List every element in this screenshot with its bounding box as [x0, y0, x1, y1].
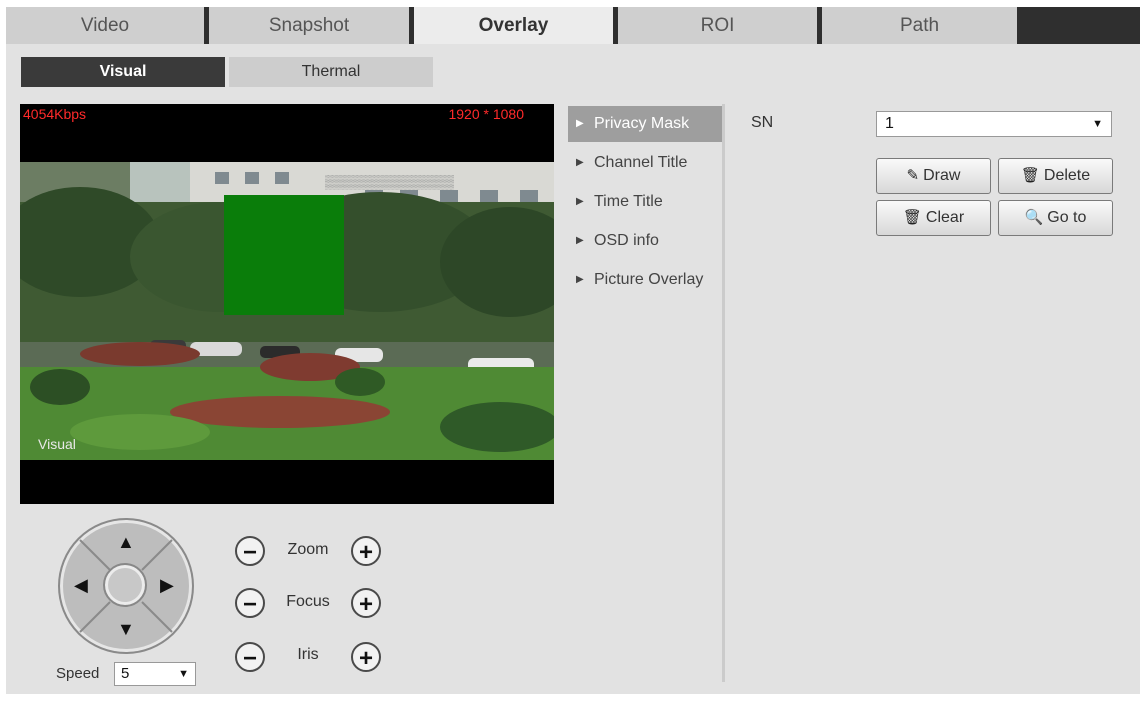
- goto-button[interactable]: 🔍 Go to: [998, 200, 1113, 236]
- draw-button[interactable]: ✎ Draw: [876, 158, 991, 194]
- focus-label: Focus: [286, 593, 330, 610]
- sn-label: SN: [751, 114, 774, 131]
- resolution-osd: 1920 * 1080: [448, 106, 524, 122]
- clear-button[interactable]: 🗑 Clear: [876, 200, 991, 236]
- menu-item-label: Picture Overlay: [594, 271, 704, 288]
- menu-item-label: OSD info: [594, 232, 659, 249]
- search-icon: 🔍: [1024, 209, 1044, 226]
- menu-divider: [722, 104, 725, 682]
- speed-select[interactable]: 5 ▼: [114, 662, 196, 686]
- ptz-up-icon[interactable]: ▲: [117, 533, 135, 551]
- tab-path[interactable]: Path: [822, 7, 1017, 44]
- chevron-down-icon: ▼: [1092, 118, 1103, 130]
- subtab-thermal[interactable]: Thermal: [229, 57, 433, 87]
- speed-label: Speed: [56, 665, 100, 682]
- zoom-out-button[interactable]: −: [235, 536, 265, 566]
- tab-snapshot[interactable]: Snapshot: [209, 7, 409, 44]
- menu-item-time-title[interactable]: ▶ Time Title: [568, 184, 722, 220]
- channel-osd: Visual: [38, 436, 76, 452]
- video-preview[interactable]: 4054Kbps 1920 * 1080 ▒▒▒▒▒▒▒▒▒▒▒▒▒▒ Visu…: [20, 104, 554, 504]
- tab-video[interactable]: Video: [6, 7, 204, 44]
- iris-minus-button[interactable]: −: [235, 642, 265, 672]
- trash-icon: 🗑: [1020, 167, 1040, 184]
- menu-item-privacy-mask[interactable]: ▶ Privacy Mask: [568, 106, 722, 142]
- ptz-right-icon[interactable]: ▶: [160, 576, 174, 594]
- caret-right-icon: ▶: [576, 118, 584, 129]
- chevron-down-icon: ▼: [178, 668, 189, 680]
- menu-item-label: Privacy Mask: [594, 115, 690, 132]
- privacy-mask-region[interactable]: [224, 195, 344, 315]
- menu-item-label: Time Title: [594, 193, 663, 210]
- edit-icon: ✎: [906, 167, 920, 184]
- speed-value: 5: [121, 665, 130, 682]
- bitrate-osd: 4054Kbps: [23, 106, 87, 122]
- caret-right-icon: ▶: [576, 274, 584, 285]
- caret-right-icon: ▶: [576, 196, 584, 207]
- trash-icon: 🗑: [902, 209, 922, 226]
- draw-label: Draw: [923, 167, 961, 184]
- zoom-label: Zoom: [287, 541, 329, 558]
- ptz-center-button[interactable]: [103, 563, 147, 607]
- caret-right-icon: ▶: [576, 157, 584, 168]
- menu-item-channel-title[interactable]: ▶ Channel Title: [568, 145, 722, 181]
- delete-button[interactable]: 🗑 Delete: [998, 158, 1113, 194]
- tab-roi[interactable]: ROI: [618, 7, 817, 44]
- goto-label: Go to: [1047, 209, 1087, 226]
- ptz-left-icon[interactable]: ◀: [74, 576, 88, 594]
- iris-label: Iris: [297, 646, 319, 663]
- focus-minus-button[interactable]: −: [235, 588, 265, 618]
- svg-text:▒▒▒▒▒▒▒▒▒▒▒▒▒▒: ▒▒▒▒▒▒▒▒▒▒▒▒▒▒: [325, 174, 455, 190]
- tab-bar-filler: [1017, 7, 1140, 44]
- menu-item-label: Channel Title: [594, 154, 688, 171]
- menu-item-osd-info[interactable]: ▶ OSD info: [568, 223, 722, 259]
- sn-select[interactable]: 1 ▼: [876, 111, 1112, 137]
- subtab-visual[interactable]: Visual: [21, 57, 225, 87]
- tab-overlay[interactable]: Overlay: [414, 7, 613, 44]
- iris-plus-button[interactable]: +: [351, 642, 381, 672]
- clear-label: Clear: [925, 209, 965, 226]
- menu-item-picture-overlay[interactable]: ▶ Picture Overlay: [568, 262, 722, 298]
- sn-value: 1: [885, 115, 894, 132]
- delete-label: Delete: [1043, 167, 1091, 184]
- caret-right-icon: ▶: [576, 235, 584, 246]
- ptz-down-icon[interactable]: ▼: [117, 620, 135, 638]
- zoom-in-button[interactable]: +: [351, 536, 381, 566]
- focus-plus-button[interactable]: +: [351, 588, 381, 618]
